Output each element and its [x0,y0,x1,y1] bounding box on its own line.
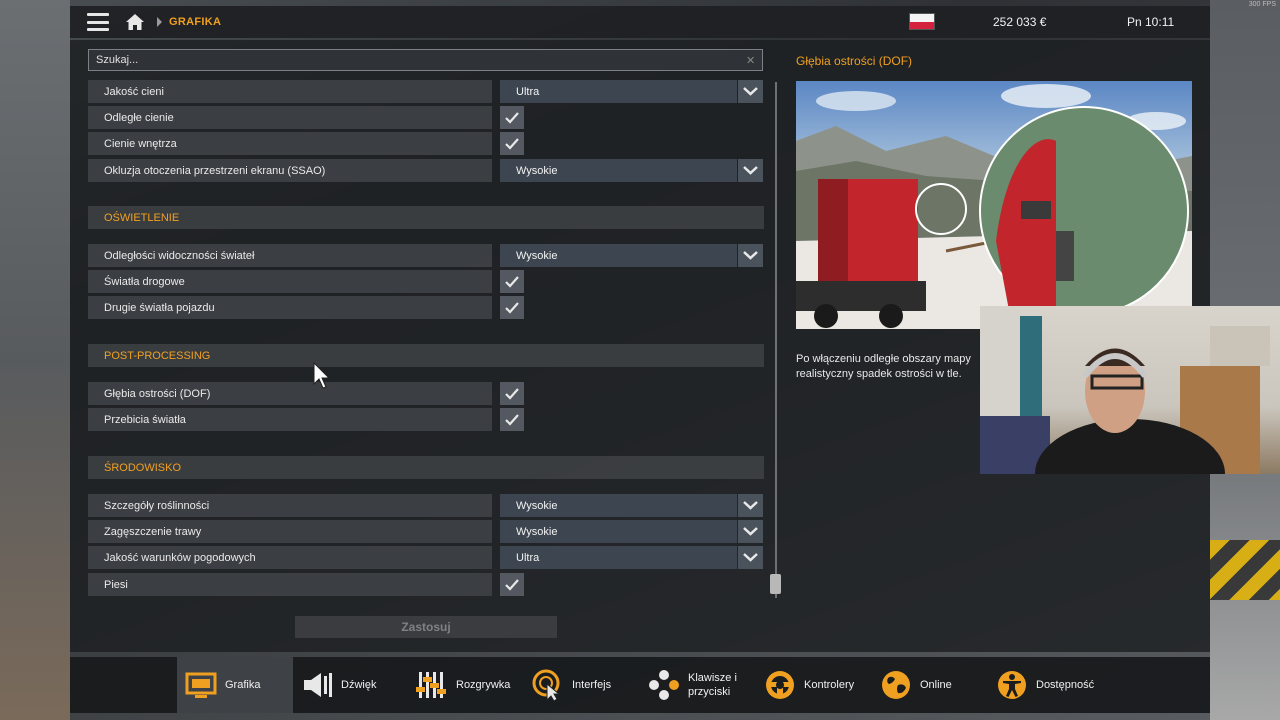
setting-row-interior-shadows: Cienie wnętrza [88,132,764,155]
scrollbar-track[interactable] [775,82,777,598]
tab-label: Rozgrywka [456,679,511,691]
background-left [0,0,70,720]
setting-row-weather-quality: Jakość warunków pogodowych Ultra [88,546,764,569]
setting-label: Zagęszczenie trawy [88,520,492,543]
setting-row-dof: Głębia ostrości (DOF) [88,382,764,405]
pedestrians-checkbox[interactable] [500,573,524,596]
mouse-cursor-icon [313,362,331,389]
setting-row-light-bloom: Przebicia światła [88,408,764,431]
setting-label: Jakość warunków pogodowych [88,546,492,569]
apply-button[interactable]: Zastosuj [295,616,557,638]
chevron-down-icon[interactable] [738,244,763,267]
description-line: Po włączeniu odległe obszary mapy [796,353,971,365]
setting-label: Przebicia światła [88,408,492,431]
dof-checkbox[interactable] [500,382,524,405]
shadow-quality-select[interactable]: Ultra [500,80,737,103]
language-flag-icon[interactable] [909,13,935,30]
setting-row-shadow-quality: Jakość cieni Ultra [88,80,764,103]
scrollbar-thumb[interactable] [770,574,781,594]
search-input[interactable] [88,49,763,71]
section-header-postprocessing: POST-PROCESSING [88,344,764,367]
setting-row-ssao: Okluzja otoczenia przestrzeni ekranu (SS… [88,159,764,182]
interior-shadows-checkbox[interactable] [500,132,524,155]
tab-online[interactable]: Online [872,657,988,713]
tab-graphics[interactable]: Grafika [177,657,293,713]
setting-row-secondary-lights: Drugie światła pojazdu [88,296,764,319]
tab-sound[interactable]: Dźwięk [293,657,408,713]
settings-list: Jakość cieni Ultra Odległe cienie Cienie… [88,80,764,600]
tab-label: Online [920,679,952,691]
tab-label: Grafika [225,679,261,691]
setting-label: Piesi [88,573,492,596]
breadcrumb-chevron-icon [157,17,162,27]
tab-label-line: przyciski [688,686,731,698]
chevron-down-icon[interactable] [738,546,763,569]
tab-accessibility[interactable]: Dostępność [988,657,1118,713]
webcam-overlay [980,306,1280,474]
setting-label: Głębia ostrości (DOF) [88,382,492,405]
clock-display: Pn 10:11 [1127,15,1175,29]
top-bar: GRAFIKA 252 033 € Pn 10:11 [70,6,1210,38]
money-display: 252 033 € [993,15,1047,29]
menu-icon[interactable] [87,13,109,31]
detail-title: Głębia ostrości (DOF) [796,54,913,68]
tab-label: Dostępność [1036,679,1095,691]
setting-label: Okluzja otoczenia przestrzeni ekranu (SS… [88,159,492,182]
sliders-icon [416,672,446,698]
street-lights-checkbox[interactable] [500,270,524,293]
globe-icon [882,671,910,699]
accessibility-icon [998,671,1026,699]
chevron-down-icon[interactable] [738,159,763,182]
monitor-icon [185,672,217,698]
tab-label: Kontrolery [804,679,855,691]
setting-label: Odległości widoczności świateł [88,244,492,267]
setting-row-street-lights: Światła drogowe [88,270,764,293]
chevron-down-icon[interactable] [738,494,763,517]
grass-density-select[interactable]: Wysokie [500,520,737,543]
tab-label: Klawisze i przyciski [688,671,737,699]
cursor-target-icon [532,669,561,701]
fps-counter: 300 FPS [1248,1,1276,8]
setting-label: Szczegóły roślinności [88,494,492,517]
setting-row-pedestrians: Piesi [88,573,764,596]
speaker-icon [304,673,332,697]
close-icon[interactable]: ✕ [746,54,755,67]
tab-controllers[interactable]: Kontrolery [756,657,872,713]
setting-label: Światła drogowe [88,270,492,293]
section-header-lighting: OŚWIETLENIE [88,206,764,229]
setting-row-vegetation: Szczegóły roślinności Wysokie [88,494,764,517]
setting-row-distant-shadows: Odległe cienie [88,106,764,129]
gamepad-buttons-icon [649,670,679,700]
setting-label: Jakość cieni [88,80,492,103]
home-icon[interactable] [125,13,145,31]
chevron-down-icon[interactable] [738,80,763,103]
light-distance-select[interactable]: Wysokie [500,244,737,267]
tab-label: Interfejs [572,679,612,691]
setting-row-light-distance: Odległości widoczności świateł Wysokie [88,244,764,267]
setting-label: Odległe cienie [88,106,492,129]
setting-row-grass-density: Zagęszczenie trawy Wysokie [88,520,764,543]
bottom-nav: Grafika Dźwięk Rozgrywka Interfejs Klawi… [70,657,1210,713]
tab-label-line: Klawisze i [688,672,737,684]
background-hazard-stripes [1210,540,1280,600]
description-line: realistyczny spadek ostrości w tle. [796,368,962,380]
section-header-environment: ŚRODOWISKO [88,456,764,479]
steering-wheel-icon [766,671,794,699]
light-bloom-checkbox[interactable] [500,408,524,431]
distant-shadows-checkbox[interactable] [500,106,524,129]
setting-label: Drugie światła pojazdu [88,296,492,319]
tab-label: Dźwięk [341,679,377,691]
dof-preview-image [796,81,1192,329]
breadcrumb[interactable]: GRAFIKA [169,16,221,28]
tab-interface[interactable]: Interfejs [524,657,640,713]
vegetation-select[interactable]: Wysokie [500,494,737,517]
secondary-lights-checkbox[interactable] [500,296,524,319]
setting-label: Cienie wnętrza [88,132,492,155]
ssao-select[interactable]: Wysokie [500,159,737,182]
tab-gameplay[interactable]: Rozgrywka [408,657,524,713]
tab-keys-buttons[interactable]: Klawisze i przyciski [640,657,756,713]
chevron-down-icon[interactable] [738,520,763,543]
detail-description: Po włączeniu odległe obszary mapy realis… [796,352,986,382]
weather-quality-select[interactable]: Ultra [500,546,737,569]
